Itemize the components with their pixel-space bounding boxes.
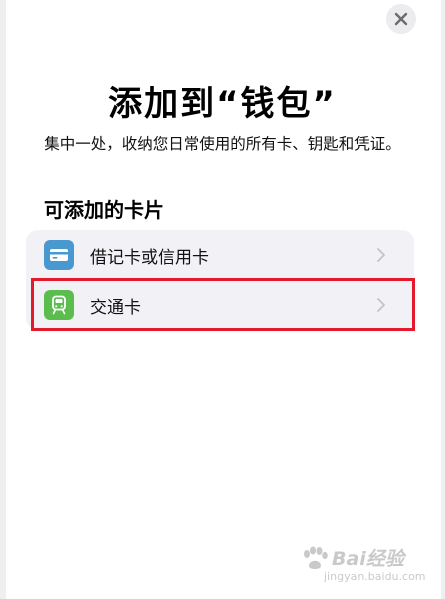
list-item-label: 借记卡或信用卡 [90, 247, 209, 268]
page-subtitle: 集中一处，收纳您日常使用的所有卡、钥匙和凭证。 [44, 135, 401, 153]
list-item-label: 交通卡 [90, 297, 141, 318]
paw-logo-icon [304, 546, 328, 569]
chevron-right-icon [377, 298, 385, 312]
card-type-list: 借记卡或信用卡 交通卡 [26, 230, 414, 330]
watermark-text: Bai经验 [332, 548, 404, 570]
section-title: 可添加的卡片 [44, 198, 164, 222]
list-item-debit-credit-card[interactable]: 借记卡或信用卡 [26, 230, 414, 280]
credit-card-icon [44, 240, 74, 270]
close-icon [394, 12, 408, 26]
list-item-transit-card[interactable]: 交通卡 [26, 280, 414, 330]
page-title: 添加到“钱包” [108, 84, 337, 124]
add-to-wallet-screen: 添加到“钱包” 集中一处，收纳您日常使用的所有卡、钥匙和凭证。 可添加的卡片 借… [0, 0, 445, 599]
close-button[interactable] [386, 4, 416, 34]
watermark-url: jingyan.baidu.com [324, 570, 426, 583]
train-icon [44, 290, 74, 320]
baidu-watermark: Bai经验 jingyan.baidu.com [298, 544, 428, 588]
chevron-right-icon [377, 248, 385, 262]
